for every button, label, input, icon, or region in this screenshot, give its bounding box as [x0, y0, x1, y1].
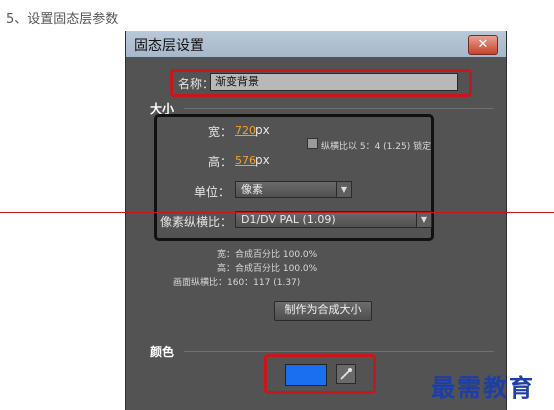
unit-label: 单位：: [194, 185, 231, 199]
unit-select-value: 像素: [241, 183, 263, 196]
height-label: 高：: [208, 155, 233, 169]
unit-select[interactable]: 像素 ▼: [235, 181, 352, 198]
width-value[interactable]: 720: [235, 124, 256, 137]
chevron-down-icon: ▼: [336, 182, 351, 197]
info-height: 高：合成百分比 100.0%: [217, 264, 318, 274]
pixel-aspect-select-value: D1/DV PAL (1.09): [241, 213, 336, 226]
eyedropper-icon: [340, 368, 352, 380]
red-divider-line: [0, 212, 554, 213]
info-width: 宽：合成百分比 100.0%: [217, 250, 318, 260]
name-input[interactable]: 渐变背景: [210, 73, 458, 91]
width-label: 宽：: [208, 125, 233, 139]
close-button[interactable]: ✕: [468, 35, 498, 55]
lock-aspect-label: 纵横比以 5：4 (1.25) 锁定: [321, 142, 432, 152]
size-group-divider: [184, 108, 494, 109]
height-value[interactable]: 576: [235, 154, 256, 167]
solid-settings-dialog: 固态层设置 ✕ 名称： 渐变背景 大小 宽： 720 px 纵横比以 5：4 (…: [125, 31, 507, 410]
color-swatch[interactable]: [285, 364, 327, 386]
step-caption: 5、设置固态层参数: [6, 12, 119, 27]
height-unit: px: [255, 153, 270, 167]
eyedropper-button[interactable]: [336, 364, 356, 384]
watermark-text: 最需教育: [431, 373, 535, 402]
chevron-down-icon: ▼: [416, 212, 431, 227]
width-unit: px: [255, 123, 270, 137]
dialog-titlebar[interactable]: 固态层设置 ✕: [126, 31, 506, 57]
info-frame-aspect: 画面纵横比：160：117 (1.37): [173, 278, 301, 288]
pixel-aspect-select[interactable]: D1/DV PAL (1.09) ▼: [235, 211, 432, 228]
name-label: 名称：: [178, 77, 215, 91]
pixel-aspect-label: 像素纵横比：: [160, 215, 233, 229]
color-section-title: 颜色: [150, 345, 175, 359]
lock-aspect-checkbox[interactable]: [307, 138, 318, 149]
make-comp-size-button[interactable]: 制作为合成大小: [274, 301, 372, 321]
dialog-title: 固态层设置: [134, 38, 204, 54]
color-group-divider: [184, 351, 494, 352]
